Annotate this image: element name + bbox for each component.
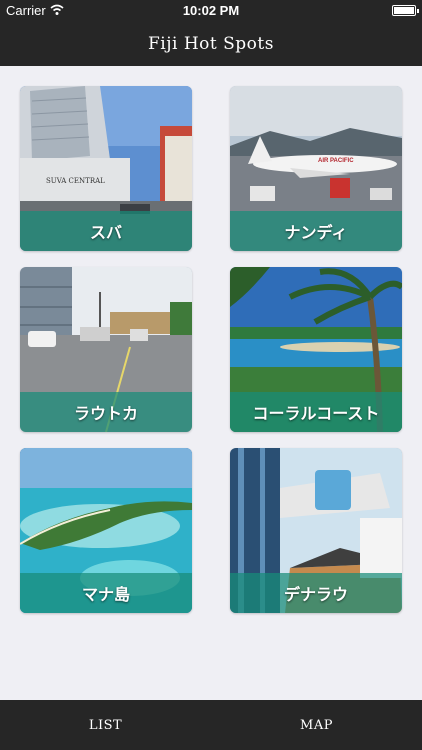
spot-tile-denarau[interactable]: デナラウ xyxy=(230,448,402,613)
spot-tile-mana-island[interactable]: マナ島 xyxy=(20,448,192,613)
tab-bar: LIST MAP xyxy=(0,700,422,750)
spot-label: ナンディ xyxy=(230,211,402,251)
status-time: 10:02 PM xyxy=(182,3,240,18)
spot-label: スバ xyxy=(20,211,192,251)
battery-icon xyxy=(392,5,419,16)
spot-grid: SUVA CENTRAL スバ AIR PACIFIC ナンディ ラウトカ コー… xyxy=(0,66,422,700)
spot-label: コーラルコースト xyxy=(230,392,402,432)
spot-tile-coral-coast[interactable]: コーラルコースト xyxy=(230,267,402,432)
spot-tile-nadi[interactable]: AIR PACIFIC ナンディ xyxy=(230,86,402,251)
tab-map[interactable]: MAP xyxy=(211,700,422,750)
spot-label: デナラウ xyxy=(230,573,402,613)
tab-list[interactable]: LIST xyxy=(0,700,211,750)
page-title: Fiji Hot Spots xyxy=(148,34,274,54)
spot-tile-suva[interactable]: SUVA CENTRAL スバ xyxy=(20,86,192,251)
spot-label: マナ島 xyxy=(20,573,192,613)
navigation-bar: Fiji Hot Spots xyxy=(0,22,422,66)
status-bar: Carrier 10:02 PM xyxy=(0,0,422,22)
building-sign: SUVA CENTRAL xyxy=(46,177,105,185)
airline-name: AIR PACIFIC xyxy=(318,158,354,164)
spot-label: ラウトカ xyxy=(20,392,192,432)
spot-tile-lautoka[interactable]: ラウトカ xyxy=(20,267,192,432)
